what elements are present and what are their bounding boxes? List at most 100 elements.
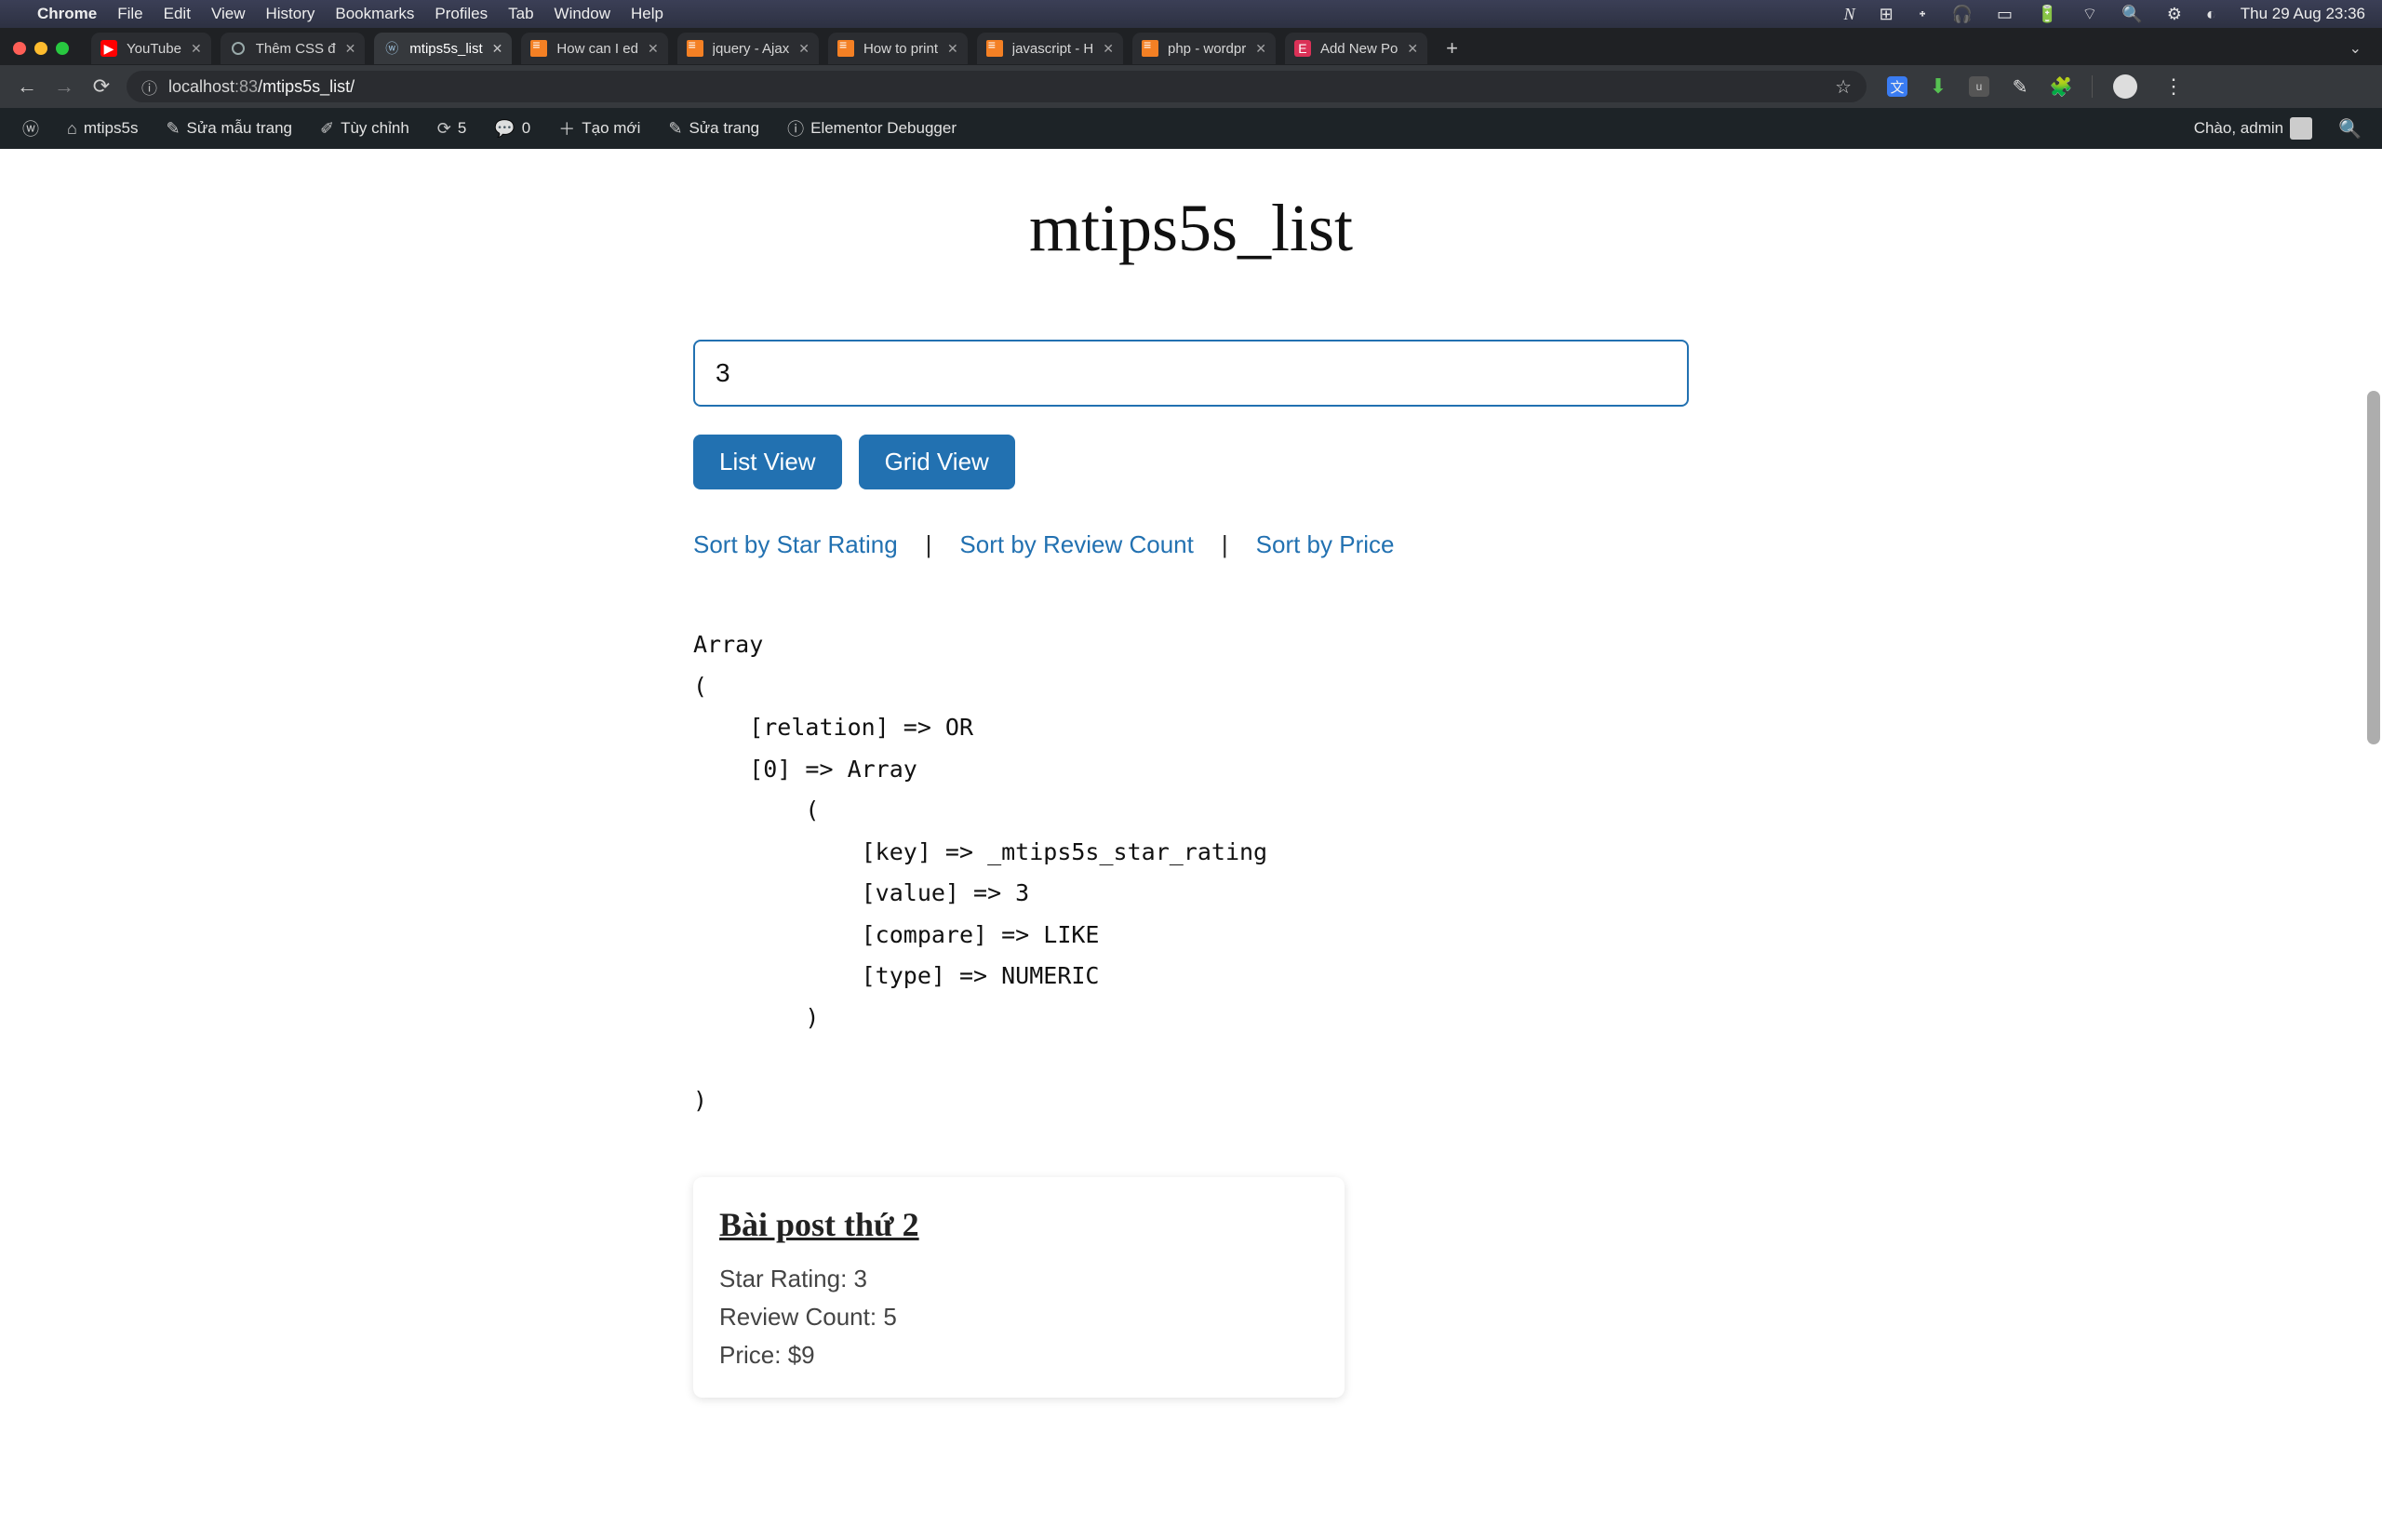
wp-revisions[interactable]: ⟳ 5 [426,108,478,149]
spotlight-icon[interactable]: 🔍 [2121,5,2142,24]
tab-label: Thêm CSS đ [256,41,336,57]
menu-view[interactable]: View [211,5,246,23]
list-view-button[interactable]: List View [693,435,842,489]
reload-button[interactable]: ⟳ [89,74,114,99]
menu-history[interactable]: History [265,5,314,23]
stackoverflow-icon [837,40,854,57]
menu-bookmarks[interactable]: Bookmarks [335,5,414,23]
close-tab-icon[interactable]: ✕ [492,41,503,57]
bluetooth-icon[interactable]: ᛭ [1918,5,1928,24]
menu-file[interactable]: File [117,5,142,23]
wp-comments[interactable]: 💬 0 [483,108,542,149]
forward-button[interactable]: → [52,74,76,99]
menu-help[interactable]: Help [631,5,663,23]
window-maximize-button[interactable] [56,42,69,55]
wordpress-icon: ⓦ [22,116,39,141]
tab-elementor[interactable]: E Add New Po ✕ [1285,33,1427,64]
wp-user-greeting[interactable]: Chào, admin [2183,108,2323,149]
download-ext-icon[interactable]: ⬇ [1928,76,1948,97]
tab-label: YouTube [127,41,181,57]
pencil-icon: ✎ [668,119,682,139]
new-tab-button[interactable]: + [1437,36,1467,60]
paint-icon: ✐ [320,119,334,139]
tab-youtube[interactable]: ▶ YouTube ✕ [91,33,211,64]
close-tab-icon[interactable]: ✕ [798,41,810,57]
control-center-icon[interactable]: ⚙ [2167,5,2182,24]
wp-customize-live[interactable]: ✐ Tùy chỉnh [309,108,421,149]
close-tab-icon[interactable]: ✕ [648,41,659,57]
sort-by-price[interactable]: Sort by Price [1256,530,1395,559]
close-tab-icon[interactable]: ✕ [1407,41,1418,57]
toolbar-separator [2092,75,2093,98]
wp-site-name: mtips5s [84,119,139,138]
wand-ext-icon[interactable]: ✎ [2010,76,2030,97]
php-array-dump: Array ( [relation] => OR [0] => Array ( … [693,624,1689,1121]
elementor-icon: E [1294,40,1311,57]
search-input[interactable] [693,340,1689,407]
tab-label: How can I ed [556,41,638,57]
menubar-app[interactable]: Chrome [37,5,97,23]
wp-edit-page[interactable]: ✎ Sửa trang [657,108,770,149]
close-tab-icon[interactable]: ✕ [191,41,202,57]
tab-label: javascript - H [1012,41,1094,57]
headphones-icon[interactable]: 🎧 [1952,5,1973,24]
translate-ext-icon[interactable]: 文 [1887,76,1907,97]
tab-mtips5s-list[interactable]: ⓦ mtips5s_list ✕ [374,33,512,64]
close-tab-icon[interactable]: ✕ [345,41,356,57]
menu-tab[interactable]: Tab [508,5,533,23]
address-bar[interactable]: ⓘ localhost:83/mtips5s_list/ ☆ [127,71,1867,102]
result-card: Bài post thứ 2 Star Rating: 3 Review Cou… [693,1177,1345,1398]
back-button[interactable]: ← [15,74,39,99]
tab-so-3[interactable]: How to print ✕ [828,33,968,64]
tab-so-5[interactable]: php - wordpr ✕ [1132,33,1276,64]
wp-customize-template[interactable]: ✎ Sửa mẫu trang [154,108,303,149]
card-star-rating: Star Rating: 3 [719,1265,1318,1293]
ublock-ext-icon[interactable]: u [1969,76,1989,97]
chrome-menu-icon[interactable]: ⋮ [2158,74,2184,99]
site-info-icon[interactable]: ⓘ [141,75,157,99]
menu-edit[interactable]: Edit [164,5,191,23]
info-icon: ⓘ [787,116,804,141]
wp-elementor-debugger[interactable]: ⓘ Elementor Debugger [776,108,968,149]
window-close-button[interactable] [13,42,26,55]
profile-avatar[interactable] [2113,74,2137,99]
sort-by-star[interactable]: Sort by Star Rating [693,530,898,559]
close-tab-icon[interactable]: ✕ [1103,41,1114,57]
wp-add-new[interactable]: ＋ Tạo mới [547,108,651,149]
tab-so-1[interactable]: How can I ed ✕ [521,33,667,64]
battery-icon[interactable]: 🔋 [2037,5,2057,24]
menu-profiles[interactable]: Profiles [435,5,488,23]
comment-icon: 💬 [494,119,515,139]
stackoverflow-icon [986,40,1003,57]
wp-site-link[interactable]: ⌂ mtips5s [56,108,149,149]
window-minimize-button[interactable] [34,42,47,55]
scrollbar-thumb[interactable] [2367,391,2380,744]
home-icon: ⌂ [67,119,77,139]
close-tab-icon[interactable]: ✕ [947,41,958,57]
youtube-icon: ▶ [100,40,117,57]
notion-tray-icon[interactable]: N [1844,5,1855,24]
grid-view-button[interactable]: Grid View [859,435,1015,489]
tab-so-2[interactable]: jquery - Ajax ✕ [677,33,819,64]
browser-toolbar: ← → ⟳ ⓘ localhost:83/mtips5s_list/ ☆ 文 ⬇… [0,65,2382,108]
avatar [2290,117,2312,140]
tab-overflow-button[interactable]: ⌄ [2338,39,2373,58]
siri-icon[interactable]: ◐ [2206,5,2216,24]
extensions-icon[interactable]: 🧩 [2051,76,2071,97]
menu-window[interactable]: Window [555,5,610,23]
card-title[interactable]: Bài post thứ 2 [719,1205,1318,1244]
sort-by-review[interactable]: Sort by Review Count [959,530,1193,559]
wifi-icon[interactable]: ⌔ [2081,4,2097,25]
tab-chatgpt[interactable]: Thêm CSS đ ✕ [221,33,366,64]
menubar-datetime[interactable]: Thu 29 Aug 23:36 [2241,5,2365,23]
close-tab-icon[interactable]: ✕ [1255,41,1266,57]
screen-mirror-icon[interactable]: ▭ [1997,5,2013,24]
wp-search-icon[interactable]: 🔍 [2329,117,2371,141]
tab-label: jquery - Ajax [713,41,790,57]
plus-icon: ＋ [558,116,575,141]
grid-tray-icon[interactable]: ⊞ [1880,5,1894,24]
url-text: localhost:83/mtips5s_list/ [168,77,355,97]
bookmark-star-icon[interactable]: ☆ [1835,75,1852,99]
tab-so-4[interactable]: javascript - H ✕ [977,33,1123,64]
wp-logo-button[interactable]: ⓦ [11,108,50,149]
